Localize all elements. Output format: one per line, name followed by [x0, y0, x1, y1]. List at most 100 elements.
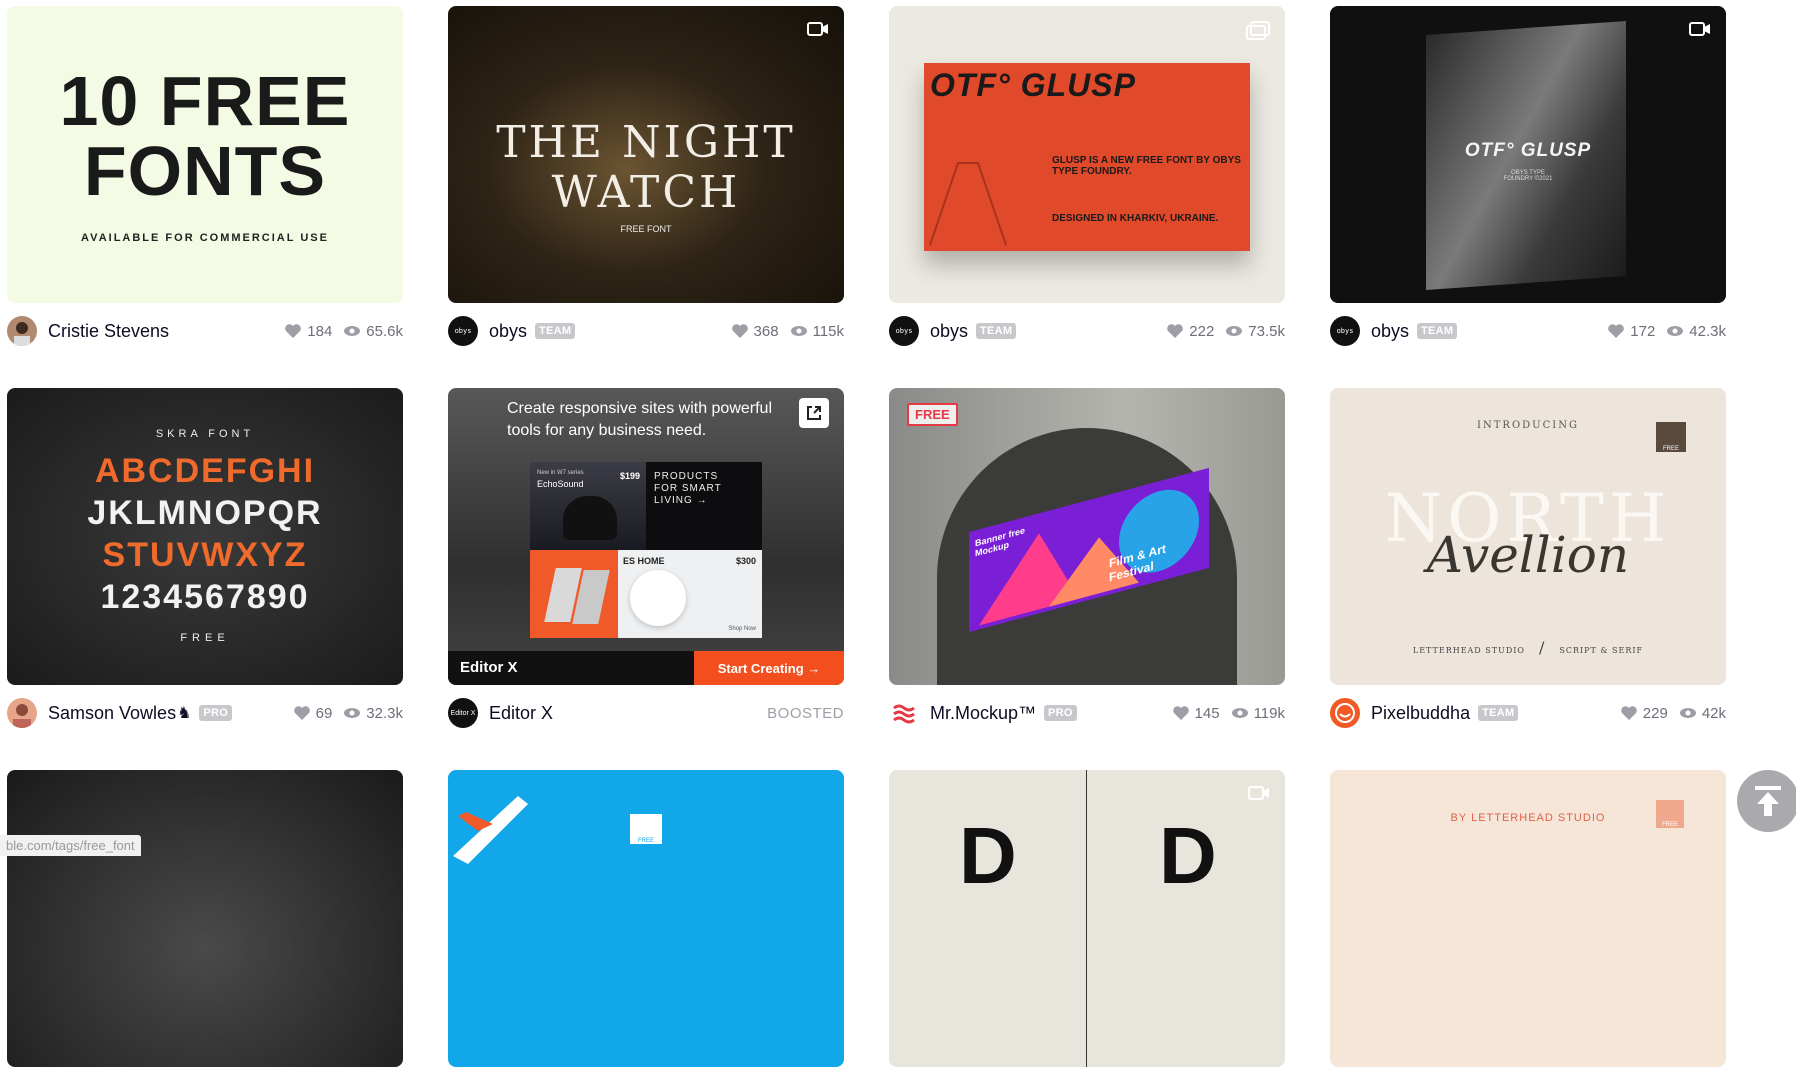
heart-icon[interactable]: [293, 705, 311, 721]
author-name[interactable]: Pixelbuddha: [1371, 703, 1470, 724]
ad-thumbnail[interactable]: Create responsive sites with powerful to…: [448, 388, 844, 685]
heart-icon[interactable]: [1166, 323, 1184, 339]
views-count: 32.3k: [366, 704, 403, 722]
heart-icon[interactable]: [284, 323, 302, 339]
views-count: 65.6k: [366, 322, 403, 340]
team-badge: TEAM: [1417, 323, 1458, 339]
pro-badge: PRO: [199, 705, 233, 721]
heart-icon[interactable]: [1172, 705, 1190, 721]
shot-card: D D: [889, 770, 1285, 1067]
shot-thumbnail[interactable]: INTRODUCING FREE NORTH Avellion LETTERHE…: [1330, 388, 1726, 685]
thumb-subtitle: OBYS TYPE FOUNDRY ©2021: [1503, 170, 1553, 182]
views-count: 42.3k: [1689, 322, 1726, 340]
author-name[interactable]: obys: [1371, 321, 1409, 342]
shot-thumbnail[interactable]: OTF° GLUSP GLUSP IS A NEW FREE FONT BY O…: [889, 6, 1285, 303]
brand-logo: FREE: [1656, 800, 1684, 828]
author-name[interactable]: obys: [489, 321, 527, 342]
shot-stats: 69 32.3k: [293, 705, 403, 722]
video-icon: [807, 22, 828, 36]
shot-thumbnail[interactable]: 10 FREE FONTS AVAILABLE FOR COMMERCIAL U…: [7, 6, 403, 303]
ad-footer: Editor X Start Creating →: [448, 651, 844, 685]
author-name[interactable]: Cristie Stevens: [48, 321, 169, 342]
start-creating-button[interactable]: Start Creating →: [694, 651, 844, 685]
shot-stats: 145 119k: [1172, 705, 1285, 722]
airplane-illustration: [453, 796, 528, 864]
thumb-title: OTF° GLUSP: [1464, 140, 1592, 161]
shot-thumbnail[interactable]: FREE: [448, 770, 844, 1067]
external-link-button[interactable]: [799, 398, 829, 428]
team-badge: TEAM: [976, 323, 1017, 339]
shot-card: SKRA FONT ABCDEFGHI JKLMNOPQR STUVWXYZ 1…: [7, 388, 403, 728]
eye-icon: [344, 708, 361, 718]
shot-card: FREE Banner free Mockup Film & Art Festi…: [889, 388, 1285, 728]
brand-logo: FREE: [630, 814, 662, 844]
heart-icon[interactable]: [1620, 705, 1638, 721]
shot-card: THE NIGHT WATCH FREE FONT obys obys TEAM…: [448, 6, 844, 346]
shot-card: FREE: [448, 770, 844, 1067]
likes-count: 184: [307, 322, 333, 340]
ad-brand: Editor X: [460, 659, 518, 676]
avatar[interactable]: obys: [889, 316, 919, 346]
eye-icon: [1667, 326, 1684, 336]
video-icon: [1248, 786, 1269, 800]
likes-count: 368: [753, 322, 779, 340]
ad-headline: Create responsive sites with powerful to…: [507, 400, 773, 439]
views-count: 119k: [1253, 704, 1285, 722]
eye-icon: [790, 326, 807, 336]
thumb-footer: LETTERHEAD STUDIO / SCRIPT & SERIF: [1412, 638, 1644, 657]
views-count: 115k: [812, 322, 844, 340]
likes-count: 229: [1642, 704, 1668, 722]
multiple-shots-icon: [1246, 21, 1270, 40]
free-label: FREE: [180, 632, 230, 644]
views-count: 42k: [1701, 704, 1726, 722]
shot-thumbnail[interactable]: OTF° GLUSP OBYS TYPE FOUNDRY ©2021: [1330, 6, 1726, 303]
author-name[interactable]: Editor X: [489, 703, 553, 724]
likes-count: 69: [315, 704, 333, 722]
external-link-icon: [807, 406, 821, 420]
shot-thumbnail[interactable]: D D: [889, 770, 1285, 1067]
shot-card: [7, 770, 403, 1067]
shot-thumbnail[interactable]: FREE Banner free Mockup Film & Art Festi…: [889, 388, 1285, 685]
team-badge: TEAM: [1478, 705, 1519, 721]
shot-card: 10 FREE FONTS AVAILABLE FOR COMMERCIAL U…: [7, 6, 403, 346]
pro-badge: PRO: [1044, 705, 1077, 721]
shot-thumbnail[interactable]: THE NIGHT WATCH FREE FONT: [448, 6, 844, 303]
thumb-title: 10 FREE FONTS: [59, 62, 351, 210]
specimen-letter: D: [959, 811, 1017, 900]
author-name[interactable]: Mr.Mockup™: [930, 703, 1036, 724]
arrow-up-icon: [1755, 786, 1781, 816]
status-bar-url: ble.com/tags/free_font: [0, 835, 141, 856]
boosted-label: BOOSTED: [767, 704, 844, 722]
scroll-to-top-button[interactable]: [1737, 770, 1796, 832]
avatar[interactable]: [7, 316, 37, 346]
shot-thumbnail[interactable]: SKRA FONT ABCDEFGHI JKLMNOPQR STUVWXYZ 1…: [7, 388, 403, 685]
thumb-subtitle: FREE FONT: [620, 224, 672, 234]
shot-card: BY LETTERHEAD STUDIO FREE: [1330, 770, 1726, 1067]
team-badge: TEAM: [535, 323, 576, 339]
avatar[interactable]: obys: [448, 316, 478, 346]
free-tag: FREE: [907, 403, 958, 426]
shot-stats: 222 73.5k: [1166, 323, 1285, 340]
shot-thumbnail[interactable]: [7, 770, 403, 1067]
ad-card: Create responsive sites with powerful to…: [448, 388, 844, 728]
likes-count: 222: [1189, 322, 1215, 340]
poster-title: OTF° GLUSP: [930, 67, 1136, 103]
views-count: 73.5k: [1248, 322, 1285, 340]
avatar[interactable]: Editor X: [448, 698, 478, 728]
avatar[interactable]: [7, 698, 37, 728]
avatar[interactable]: [1330, 698, 1360, 728]
poster-body: GLUSP IS A NEW FREE FONT BY OBYS TYPE FO…: [1052, 155, 1241, 177]
avatar[interactable]: [889, 698, 919, 728]
author-name[interactable]: obys: [930, 321, 968, 342]
poster: OTF° GLUSP GLUSP IS A NEW FREE FONT BY O…: [924, 63, 1250, 251]
font-name: SKRA FONT: [155, 428, 255, 440]
heart-icon[interactable]: [1607, 323, 1625, 339]
heart-icon[interactable]: [731, 323, 749, 339]
author-name[interactable]: Samson Vowles: [48, 703, 176, 724]
thumb-subtitle: AVAILABLE FOR COMMERCIAL USE: [81, 232, 329, 244]
thumb-title: THE NIGHT WATCH: [496, 117, 796, 218]
shot-stats: 368 115k: [731, 323, 844, 340]
avatar[interactable]: obys: [1330, 316, 1360, 346]
shot-thumbnail[interactable]: BY LETTERHEAD STUDIO FREE: [1330, 770, 1726, 1067]
shot-card: OTF° GLUSP GLUSP IS A NEW FREE FONT BY O…: [889, 6, 1285, 346]
